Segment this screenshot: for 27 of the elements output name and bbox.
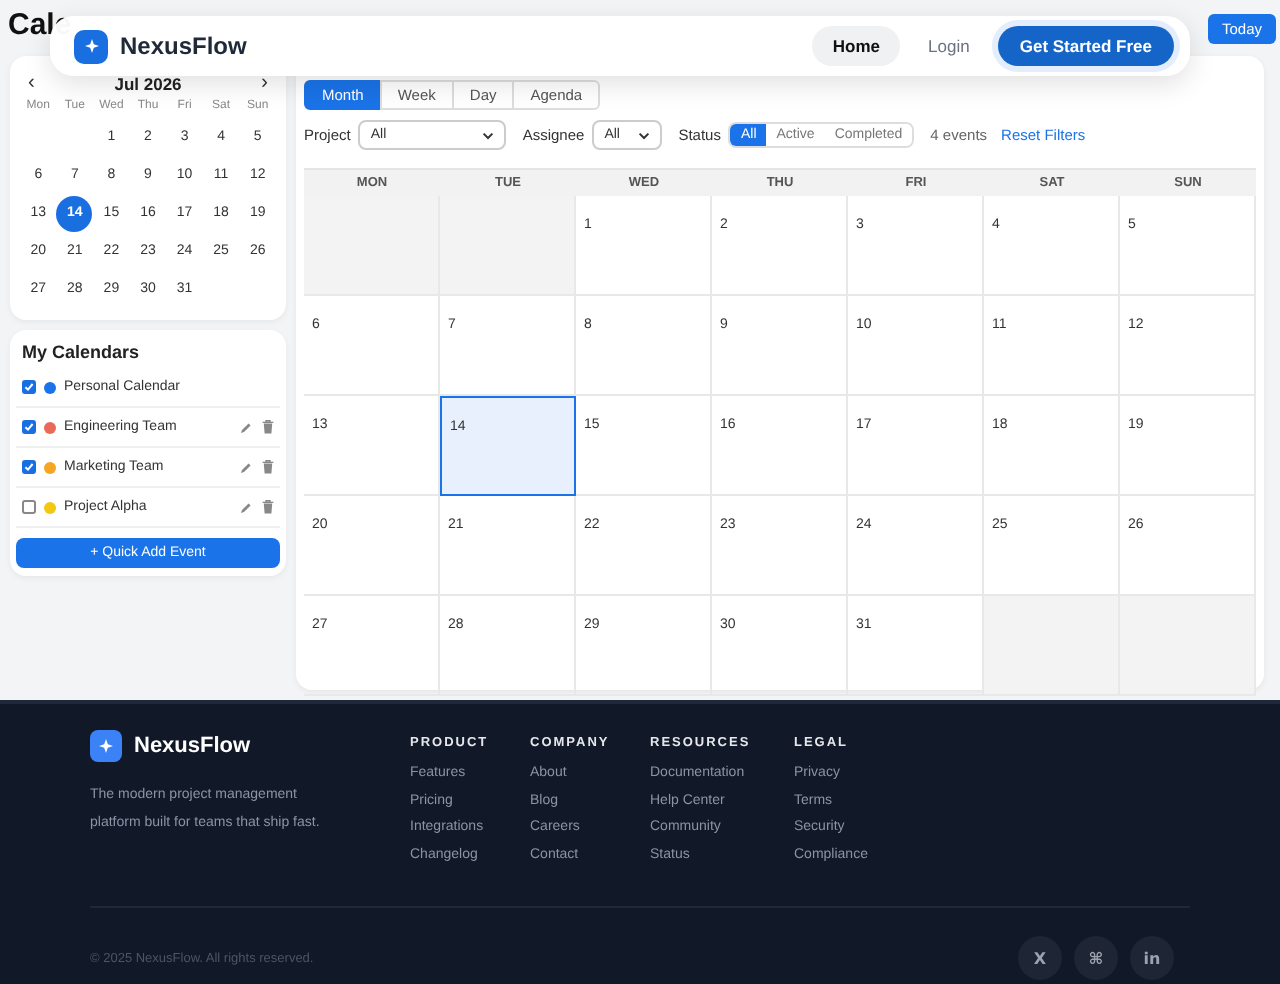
section-title: My Calendars [22, 342, 142, 362]
checkbox[interactable] [22, 500, 36, 514]
social-link[interactable]: X [1018, 936, 1062, 980]
logo-icon [90, 730, 122, 762]
delete-icon[interactable] [262, 500, 274, 514]
brand-name: NexusFlow [120, 32, 249, 60]
get-started-button[interactable]: Get Started Free [997, 26, 1174, 66]
caret-icon [638, 131, 651, 139]
social-link[interactable]: ⌘ [1074, 936, 1118, 980]
checkbox[interactable] [22, 460, 36, 474]
delete-icon[interactable] [262, 460, 274, 474]
social-link[interactable]: in [1130, 936, 1174, 980]
logo-icon [74, 29, 108, 63]
caret-icon [482, 131, 495, 139]
month-label: Jul 2026 [114, 73, 182, 93]
brand-name: NexusFlow [134, 734, 251, 758]
edit-icon[interactable] [240, 421, 252, 433]
checkbox[interactable] [22, 420, 36, 434]
edit-icon[interactable] [240, 501, 252, 513]
checkbox[interactable] [22, 380, 36, 394]
next-month-button[interactable]: › [261, 72, 268, 94]
page-title: Cale [8, 8, 72, 42]
previous-month-button[interactable]: ‹ [28, 72, 35, 94]
nav-link[interactable]: Home [812, 26, 901, 66]
delete-icon[interactable] [262, 420, 274, 434]
edit-icon[interactable] [240, 461, 252, 473]
nav-link[interactable]: Login [908, 26, 990, 66]
